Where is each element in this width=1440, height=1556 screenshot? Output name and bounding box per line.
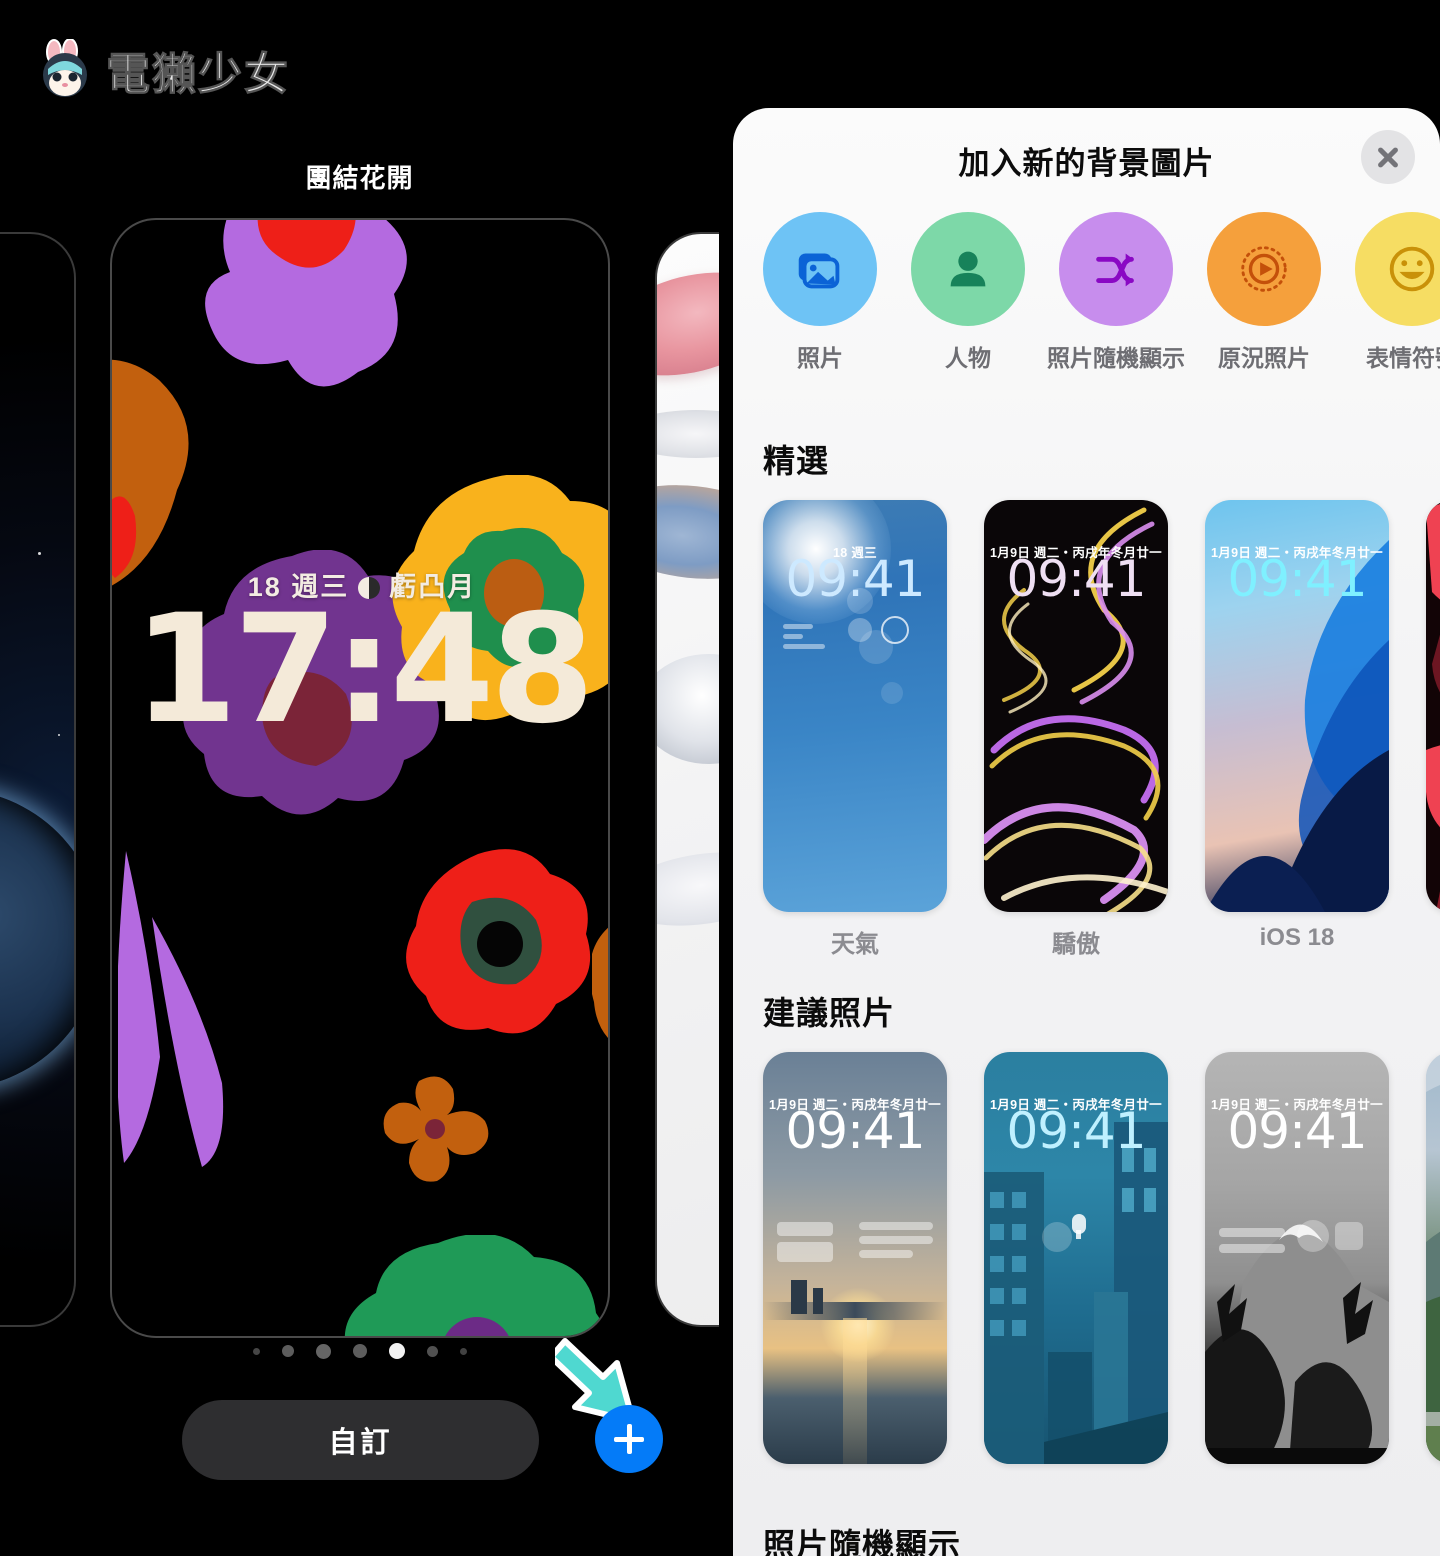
close-button[interactable] <box>1361 130 1415 184</box>
suggested-thumbnail-row: 1月9日 週二・丙戌年冬月廿一 09:41 1月9日 週二・丙戌年冬月廿一 09… <box>763 1052 1440 1476</box>
thumb-label: 天氣 <box>831 931 879 958</box>
category-label: 表情符號 <box>1366 345 1440 371</box>
close-x-icon <box>1375 144 1401 170</box>
category-live-photo[interactable]: 原況照片 <box>1207 212 1321 373</box>
category-photo-shuffle[interactable]: 照片隨機顯示 <box>1047 212 1185 373</box>
thumb-time: 09:41 <box>1227 1102 1367 1160</box>
customize-button[interactable]: 自訂 <box>182 1400 539 1480</box>
thumb-label: iOS 18 <box>1259 924 1335 951</box>
thumbnail-cell[interactable]: 18 週三 09:41 天氣 <box>763 500 947 959</box>
wallpaper-thumb-green-mountain[interactable] <box>1426 1052 1440 1464</box>
wallpaper-title: 團結花開 <box>305 163 414 193</box>
photos-stack-icon <box>763 212 877 326</box>
previous-wallpaper-preview[interactable] <box>0 232 76 1327</box>
section-heading-featured: 精選 <box>763 443 830 479</box>
wallpaper-thumb-red-flora[interactable] <box>1426 500 1440 912</box>
page-dot[interactable] <box>426 1345 438 1357</box>
section-heading-photo-shuffle: 照片隨機顯示 <box>763 1527 962 1556</box>
earth-graphic <box>0 789 74 1089</box>
sheet-title: 加入新的背景圖片 <box>958 146 1215 181</box>
thumbnail-cell[interactable]: 1月9日 週二・丙戌年冬月廿一 09:41 <box>763 1052 947 1476</box>
thumb-time: 09:41 <box>1006 550 1146 608</box>
wallpaper-thumb-mono-fuji[interactable]: 1月9日 週二・丙戌年冬月廿一 09:41 <box>1205 1052 1389 1464</box>
page-dot-active[interactable] <box>388 1343 405 1359</box>
current-wallpaper-preview[interactable]: 18 週三 虧凸月 17:48 專注模式 <box>110 218 610 1338</box>
thumbnail-cell[interactable]: 1月9日 週二・丙戌年冬月廿一 09:41 驕傲 <box>984 500 1168 959</box>
thumb-label: 驕傲 <box>1052 931 1100 958</box>
add-wallpaper-sheet-panel: 加入新的背景圖片 照片 人物 照片隨機顯示 原況照片 表情符 精選 18 週三 … <box>719 0 1440 1556</box>
page-dot[interactable] <box>281 1345 294 1357</box>
page-dot[interactable] <box>315 1343 331 1359</box>
brand-name: 電獺少女 <box>106 49 290 101</box>
brand-logo: 電獺少女 <box>34 38 290 102</box>
category-label: 照片 <box>797 345 843 371</box>
thumb-time: 09:41 <box>785 550 925 608</box>
shuffle-arrows-icon <box>1059 212 1173 326</box>
category-photos[interactable]: 照片 <box>763 212 877 373</box>
wallpaper-thumb-ios18[interactable]: 1月9日 週二・丙戌年冬月廿一 09:41 <box>1205 500 1389 912</box>
emoji-smile-icon <box>1355 212 1440 326</box>
thumbnail-cell-partial[interactable] <box>1426 1052 1440 1476</box>
thumbnail-cell[interactable]: 1月9日 週二・丙戌年冬月廿一 09:41 <box>984 1052 1168 1476</box>
next-wallpaper-preview[interactable] <box>655 232 719 1327</box>
thumbnail-cell-partial[interactable] <box>1426 500 1440 959</box>
category-row: 照片 人物 照片隨機顯示 原況照片 表情符 <box>763 212 1440 373</box>
add-wallpaper-button[interactable] <box>595 1405 663 1473</box>
category-label: 原況照片 <box>1218 345 1310 371</box>
add-wallpaper-sheet: 加入新的背景圖片 照片 人物 照片隨機顯示 原況照片 表情符 精選 18 週三 … <box>733 108 1440 1556</box>
category-people[interactable]: 人物 <box>911 212 1025 373</box>
wallpaper-thumb-pride[interactable]: 1月9日 週二・丙戌年冬月廿一 09:41 <box>984 500 1168 912</box>
person-icon <box>911 212 1025 326</box>
page-dot[interactable] <box>459 1347 467 1355</box>
thumb-time: 09:41 <box>1227 550 1367 608</box>
category-emoji[interactable]: 表情符號 <box>1355 212 1440 373</box>
lockscreen-time: 17:48 <box>133 583 594 757</box>
wallpaper-thumb-weather[interactable]: 18 週三 09:41 <box>763 500 947 912</box>
page-dot[interactable] <box>352 1344 367 1358</box>
lockscreen-gallery-panel: 電獺少女 團結花開 18 週三 虧凸月 17:48 自訂 <box>0 0 719 1556</box>
section-heading-suggested: 建議照片 <box>763 995 896 1031</box>
category-label: 人物 <box>945 345 991 371</box>
thumb-time: 09:41 <box>1006 1102 1146 1160</box>
page-dot[interactable] <box>252 1347 260 1355</box>
category-label: 照片隨機顯示 <box>1047 345 1185 371</box>
featured-thumbnail-row: 18 週三 09:41 天氣 1月9日 週二・丙戌年冬月廿一 09:41 驕傲 … <box>763 500 1440 959</box>
thumbnail-cell[interactable]: 1月9日 週二・丙戌年冬月廿一 09:41 <box>1205 1052 1389 1476</box>
wallpaper-thumb-sunset-bay[interactable]: 1月9日 週二・丙戌年冬月廿一 09:41 <box>763 1052 947 1464</box>
thumbnail-cell[interactable]: 1月9日 週二・丙戌年冬月廿一 09:41 iOS 18 <box>1205 500 1389 959</box>
wallpaper-thumb-blue-city[interactable]: 1月9日 週二・丙戌年冬月廿一 09:41 <box>984 1052 1168 1464</box>
otter-mascot-logo-icon <box>34 38 96 101</box>
live-photo-icon <box>1207 212 1321 326</box>
thumb-time: 09:41 <box>785 1102 925 1160</box>
